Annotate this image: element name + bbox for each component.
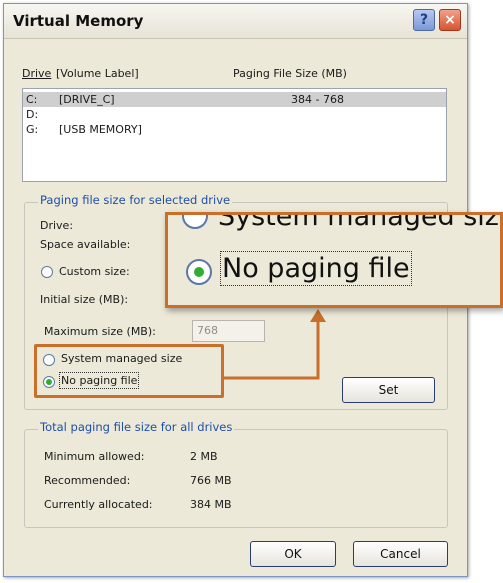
zoom-no-paging-label: No paging file: [220, 251, 412, 286]
zoom-no-paging-radio: [186, 259, 212, 285]
zoom-system-managed-radio: [182, 215, 208, 229]
zoom-system-managed-label: System managed size: [218, 212, 503, 232]
zoom-panel: System managed size No paging file: [165, 212, 503, 308]
